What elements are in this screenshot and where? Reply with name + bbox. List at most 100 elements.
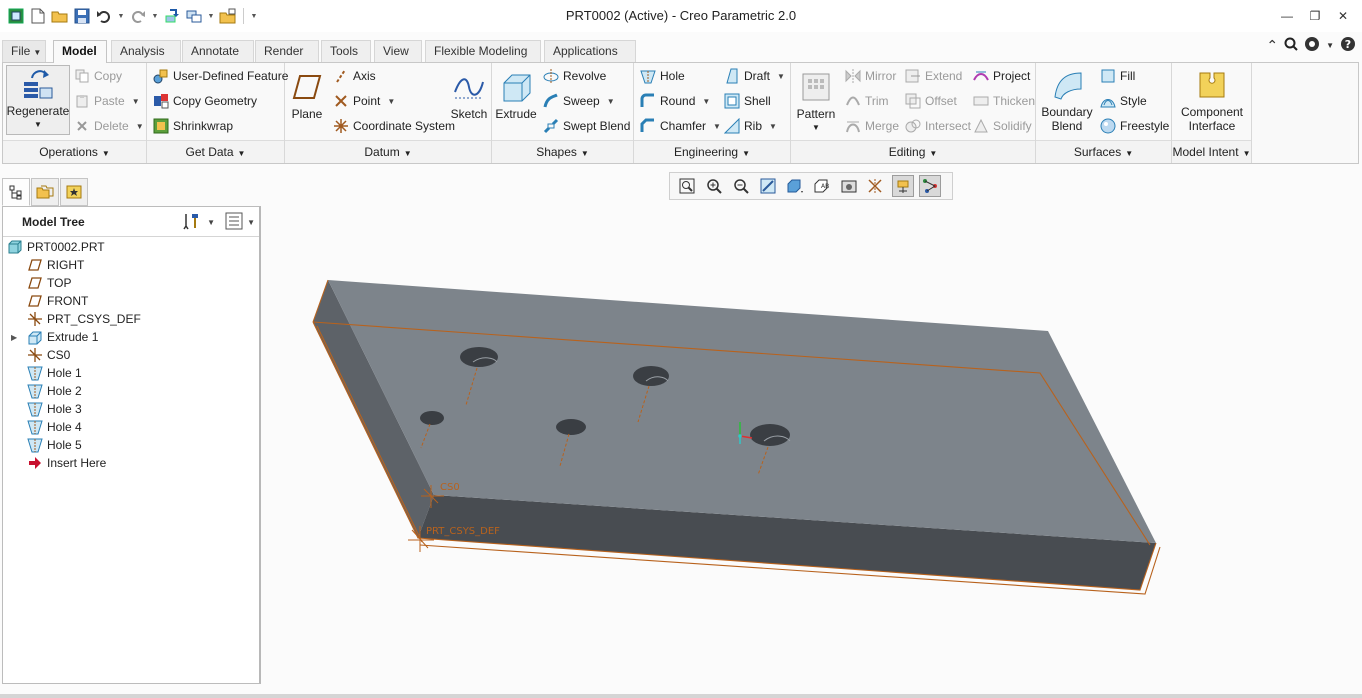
intersect-button[interactable]: Intersect [905, 116, 971, 136]
windows-dropdown-icon[interactable]: ▼ [206, 6, 216, 26]
favorites-tab[interactable] [60, 178, 88, 206]
round-button[interactable]: Round ▼ [640, 91, 710, 111]
paste-button[interactable]: Paste ▼ [74, 91, 140, 111]
group-label-model-intent[interactable]: Model Intent ▼ [1172, 140, 1251, 163]
sweep-button[interactable]: Sweep ▼ [543, 91, 615, 111]
point-button[interactable]: Point ▼ [333, 91, 395, 111]
fill-button[interactable]: Fill [1100, 66, 1135, 86]
windows-icon[interactable] [184, 6, 204, 26]
save-icon[interactable] [72, 6, 92, 26]
trim-button[interactable]: Trim [845, 91, 889, 111]
folder-browser-tab[interactable] [31, 178, 59, 206]
regenerate-button[interactable]: Regenerate ▼ [6, 65, 70, 135]
plane-button[interactable]: Plane [289, 69, 325, 121]
minimize-ribbon-icon[interactable]: ⌃ [1266, 37, 1278, 54]
group-label-engineering[interactable]: Engineering ▼ [634, 140, 790, 163]
minimize-button[interactable]: — [1276, 6, 1298, 26]
hole-button[interactable]: Hole [640, 66, 685, 86]
tab-render[interactable]: Render [255, 40, 319, 62]
tab-file[interactable]: File ▼ [2, 40, 46, 62]
tree-item-extrude-1[interactable]: ▶ Extrude 1 [3, 328, 259, 346]
shrinkwrap-button[interactable]: Shrinkwrap [153, 116, 233, 136]
sketch-button[interactable]: Sketch [449, 69, 489, 121]
model-viewport[interactable]: CS0 PRT_CSYS_DEF [263, 165, 1362, 695]
tree-item-hole-5[interactable]: Hole 5 [3, 436, 259, 454]
tree-item-insert-here[interactable]: Insert Here [3, 454, 259, 472]
tree-item-cs0[interactable]: CS0 [3, 346, 259, 364]
chevron-down-icon[interactable]: ▼ [1326, 41, 1334, 50]
rib-button[interactable]: Rib ▼ [724, 116, 777, 136]
hole-1[interactable] [460, 347, 498, 367]
mirror-button[interactable]: Mirror [845, 66, 896, 86]
customize-qat-icon[interactable]: ▼ [249, 6, 259, 26]
hole-4[interactable] [556, 419, 586, 435]
graphics-window[interactable]: CS0 PRT_CSYS_DEF [263, 165, 1362, 695]
open-folder-icon[interactable] [50, 6, 70, 26]
close-button[interactable]: ✕ [1332, 6, 1354, 26]
tree-settings-icon[interactable] [183, 212, 203, 232]
help-icon[interactable]: ? [1340, 36, 1356, 55]
tab-model[interactable]: Model [53, 40, 107, 63]
tree-item-front[interactable]: FRONT [3, 292, 259, 310]
tab-applications[interactable]: Applications [544, 40, 636, 62]
style-button[interactable]: Style [1100, 91, 1147, 111]
group-label-editing[interactable]: Editing ▼ [791, 140, 1035, 163]
tree-item-hole-3[interactable]: Hole 3 [3, 400, 259, 418]
tab-tools[interactable]: Tools [321, 40, 371, 62]
chevron-down-icon[interactable]: ▼ [207, 218, 215, 227]
group-label-operations[interactable]: Operations ▼ [3, 140, 146, 163]
search-icon[interactable] [1284, 37, 1298, 54]
udf-button[interactable]: User-Defined Feature [153, 66, 288, 86]
hole-5[interactable] [750, 424, 790, 446]
group-label-shapes[interactable]: Shapes ▼ [492, 140, 633, 163]
delete-button[interactable]: Delete ▼ [74, 116, 144, 136]
offset-button[interactable]: Offset [905, 91, 957, 111]
draft-button[interactable]: Draft ▼ [724, 66, 785, 86]
thicken-button[interactable]: Thicken [973, 91, 1035, 111]
coordinate-system-button[interactable]: Coordinate System [333, 116, 455, 136]
chevron-down-icon[interactable]: ▼ [247, 218, 255, 227]
tree-item-top[interactable]: TOP [3, 274, 259, 292]
regenerate-small-icon[interactable] [162, 6, 182, 26]
shell-button[interactable]: Shell [724, 91, 771, 111]
boundary-blend-button[interactable]: Boundary Blend [1040, 67, 1094, 133]
tab-flexible-modeling[interactable]: Flexible Modeling [425, 40, 541, 62]
axis-button[interactable]: Axis [333, 66, 376, 86]
close-window-folder-icon[interactable] [218, 6, 238, 26]
chamfer-button[interactable]: Chamfer ▼ [640, 116, 721, 136]
tab-analysis[interactable]: Analysis [111, 40, 181, 62]
tree-item-right[interactable]: RIGHT [3, 256, 259, 274]
group-label-surfaces[interactable]: Surfaces ▼ [1036, 140, 1171, 163]
extend-button[interactable]: Extend [905, 66, 962, 86]
expand-arrow-icon[interactable]: ▶ [11, 333, 21, 342]
redo-dropdown-icon[interactable]: ▼ [150, 6, 160, 26]
tab-annotate[interactable]: Annotate [182, 40, 254, 62]
project-button[interactable]: Project [973, 66, 1030, 86]
hole-3[interactable] [420, 411, 444, 425]
tree-item-prt-csys-def[interactable]: PRT_CSYS_DEF [3, 310, 259, 328]
community-icon[interactable] [1304, 36, 1320, 55]
tree-item-part[interactable]: PRT0002.PRT [3, 238, 259, 256]
group-label-get-data[interactable]: Get Data ▼ [147, 140, 284, 163]
freestyle-button[interactable]: Freestyle [1100, 116, 1169, 136]
new-file-icon[interactable] [28, 6, 48, 26]
undo-dropdown-icon[interactable]: ▼ [116, 6, 126, 26]
show-list-icon[interactable] [225, 212, 243, 232]
merge-button[interactable]: Merge [845, 116, 899, 136]
undo-icon[interactable] [94, 6, 114, 26]
pattern-button[interactable]: Pattern ▼ [795, 69, 837, 135]
model-tree-tab[interactable] [2, 178, 30, 206]
revolve-button[interactable]: Revolve [543, 66, 606, 86]
component-interface-button[interactable]: Component Interface [1176, 67, 1248, 133]
copy-geometry-button[interactable]: Copy Geometry [153, 91, 257, 111]
solidify-button[interactable]: Solidify [973, 116, 1032, 136]
tab-view[interactable]: View [374, 40, 422, 62]
group-label-datum[interactable]: Datum ▼ [285, 140, 491, 163]
tree-item-hole-4[interactable]: Hole 4 [3, 418, 259, 436]
swept-blend-button[interactable]: Swept Blend [543, 116, 630, 136]
extrude-button[interactable]: Extrude [495, 69, 537, 121]
copy-button[interactable]: Copy [74, 66, 122, 86]
tree-item-hole-1[interactable]: Hole 1 [3, 364, 259, 382]
redo-icon[interactable] [128, 6, 148, 26]
restore-button[interactable]: ❐ [1304, 6, 1326, 26]
